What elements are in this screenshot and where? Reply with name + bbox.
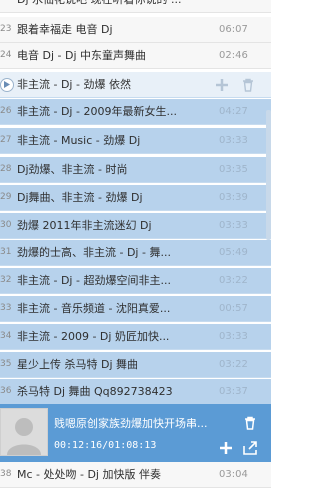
playlist-row[interactable]: 38 Mc - 处处吻 - Dj 加快版 伴奏 03:04	[0, 462, 271, 488]
now-playing-bar[interactable]: 贱嗯原创家族劲爆加快开场串... 00:12:16/01:08:13	[0, 404, 271, 462]
track-duration: 02:46	[219, 50, 248, 61]
playlist-row[interactable]: 30 劲爆 2011年非主流迷幻 Dj 03:33	[0, 213, 271, 239]
track-duration: 03:33	[219, 331, 248, 342]
playlist-row[interactable]: 23 跟着幸福走 电音 Dj 06:07	[0, 17, 271, 43]
track-number: 29	[0, 192, 12, 202]
track-duration: 03:33	[219, 135, 248, 146]
playlist-row[interactable]: 24 电音 Dj - Dj 中东童声舞曲 02:46	[0, 43, 271, 69]
now-playing-time: 00:12:16/01:08:13	[54, 440, 157, 451]
track-title: Dj 水仙花说吧 现在听着你说的 ...	[17, 0, 207, 12]
track-number: 38	[0, 469, 12, 479]
track-duration: 04:27	[219, 106, 248, 117]
scrollbar-thumb[interactable]	[266, 110, 271, 240]
track-duration: 03:37	[219, 386, 248, 397]
playlist-row[interactable]: 28 Dj劲爆、非主流 - 时尚 03:35	[0, 157, 271, 183]
track-title: 劲爆 2011年非主流迷幻 Dj	[17, 219, 152, 232]
track-duration: 03:39	[219, 192, 248, 203]
track-number: 23	[0, 24, 12, 34]
playlist-row[interactable]: 35 星少上传 杀马特 Dj 舞曲 03:22	[0, 352, 271, 378]
playlist-row[interactable]: 31 劲爆的士高、非主流 - Dj - 舞... 05:49	[0, 240, 271, 266]
track-title: 非主流 - Dj - 2009年最新女生...	[17, 105, 177, 118]
track-duration: 03:33	[219, 220, 248, 231]
track-title: 非主流 - 音乐频道 - 沈阳真爱...	[17, 302, 171, 315]
playlist-row[interactable]: 33 非主流 - 音乐频道 - 沈阳真爱... 00:57	[0, 296, 271, 322]
track-title: 跟着幸福走 电音 Dj	[17, 23, 113, 36]
playlist-row[interactable]: 36 杀马特 Dj 舞曲 Qq892738423 03:37	[0, 379, 271, 405]
row-actions	[214, 77, 264, 93]
track-number: 31	[0, 247, 12, 257]
playlist-row[interactable]: 27 非主流 - Music - 劲爆 Dj 03:33	[0, 128, 271, 154]
playlist-row-hovered[interactable]: 非主流 - Dj - 劲爆 依然	[0, 72, 271, 98]
track-title: 非主流 - Music - 劲爆 Dj	[17, 134, 141, 147]
track-number: 33	[0, 303, 12, 313]
trash-icon[interactable]	[242, 415, 258, 431]
share-icon[interactable]	[242, 440, 258, 456]
track-number: 34	[0, 331, 12, 341]
trash-icon[interactable]	[240, 77, 256, 93]
track-title: Dj劲爆、非主流 - 时尚	[17, 163, 128, 176]
plus-icon[interactable]	[218, 440, 234, 456]
track-duration: 06:07	[219, 24, 248, 35]
playlist-row[interactable]: 32 非主流 - Dj - 超劲爆空间非主... 03:22	[0, 268, 271, 294]
track-title: 非主流 - 2009 - Dj 奶匠加快...	[17, 330, 170, 343]
track-number: 28	[0, 164, 12, 174]
track-number: 32	[0, 275, 12, 285]
track-title: 非主流 - Dj - 超劲爆空间非主...	[17, 274, 171, 287]
playlist-row[interactable]: 34 非主流 - 2009 - Dj 奶匠加快... 03:33	[0, 324, 271, 350]
now-playing-title: 贱嗯原创家族劲爆加快开场串...	[54, 417, 208, 430]
play-icon[interactable]	[0, 78, 14, 92]
track-title: 电音 Dj - Dj 中东童声舞曲	[17, 49, 147, 62]
track-duration: 03:35	[219, 164, 248, 175]
playlist: Dj 水仙花说吧 现在听着你说的 ... 23 跟着幸福走 电音 Dj 06:0…	[0, 0, 271, 490]
track-title: Mc - 处处吻 - Dj 加快版 伴奏	[17, 468, 161, 481]
track-duration: 05:49	[219, 247, 248, 258]
playlist-row[interactable]: 29 Dj舞曲、非主流 - 劲爆 Dj 03:39	[0, 185, 271, 211]
track-duration: 03:22	[219, 359, 248, 370]
track-number: 27	[0, 135, 12, 145]
track-title: 非主流 - Dj - 劲爆 依然	[17, 78, 131, 91]
playlist-row[interactable]: Dj 水仙花说吧 现在听着你说的 ...	[0, 0, 271, 13]
track-number: 35	[0, 359, 12, 369]
user-avatar-icon	[0, 408, 48, 456]
track-title: 星少上传 杀马特 Dj 舞曲	[17, 358, 139, 371]
track-number: 26	[0, 106, 12, 116]
track-number: 36	[0, 386, 12, 396]
track-duration: 00:57	[219, 303, 248, 314]
track-title: 劲爆的士高、非主流 - Dj - 舞...	[17, 246, 171, 259]
track-title: 杀马特 Dj 舞曲 Qq892738423	[17, 385, 173, 398]
track-number: 30	[0, 220, 12, 230]
playlist-row[interactable]: 26 非主流 - Dj - 2009年最新女生... 04:27	[0, 99, 271, 125]
plus-icon[interactable]	[214, 77, 230, 93]
track-duration: 03:22	[219, 275, 248, 286]
track-title: Dj舞曲、非主流 - 劲爆 Dj	[17, 191, 143, 204]
track-duration: 03:04	[219, 469, 248, 480]
track-number: 24	[0, 50, 12, 60]
